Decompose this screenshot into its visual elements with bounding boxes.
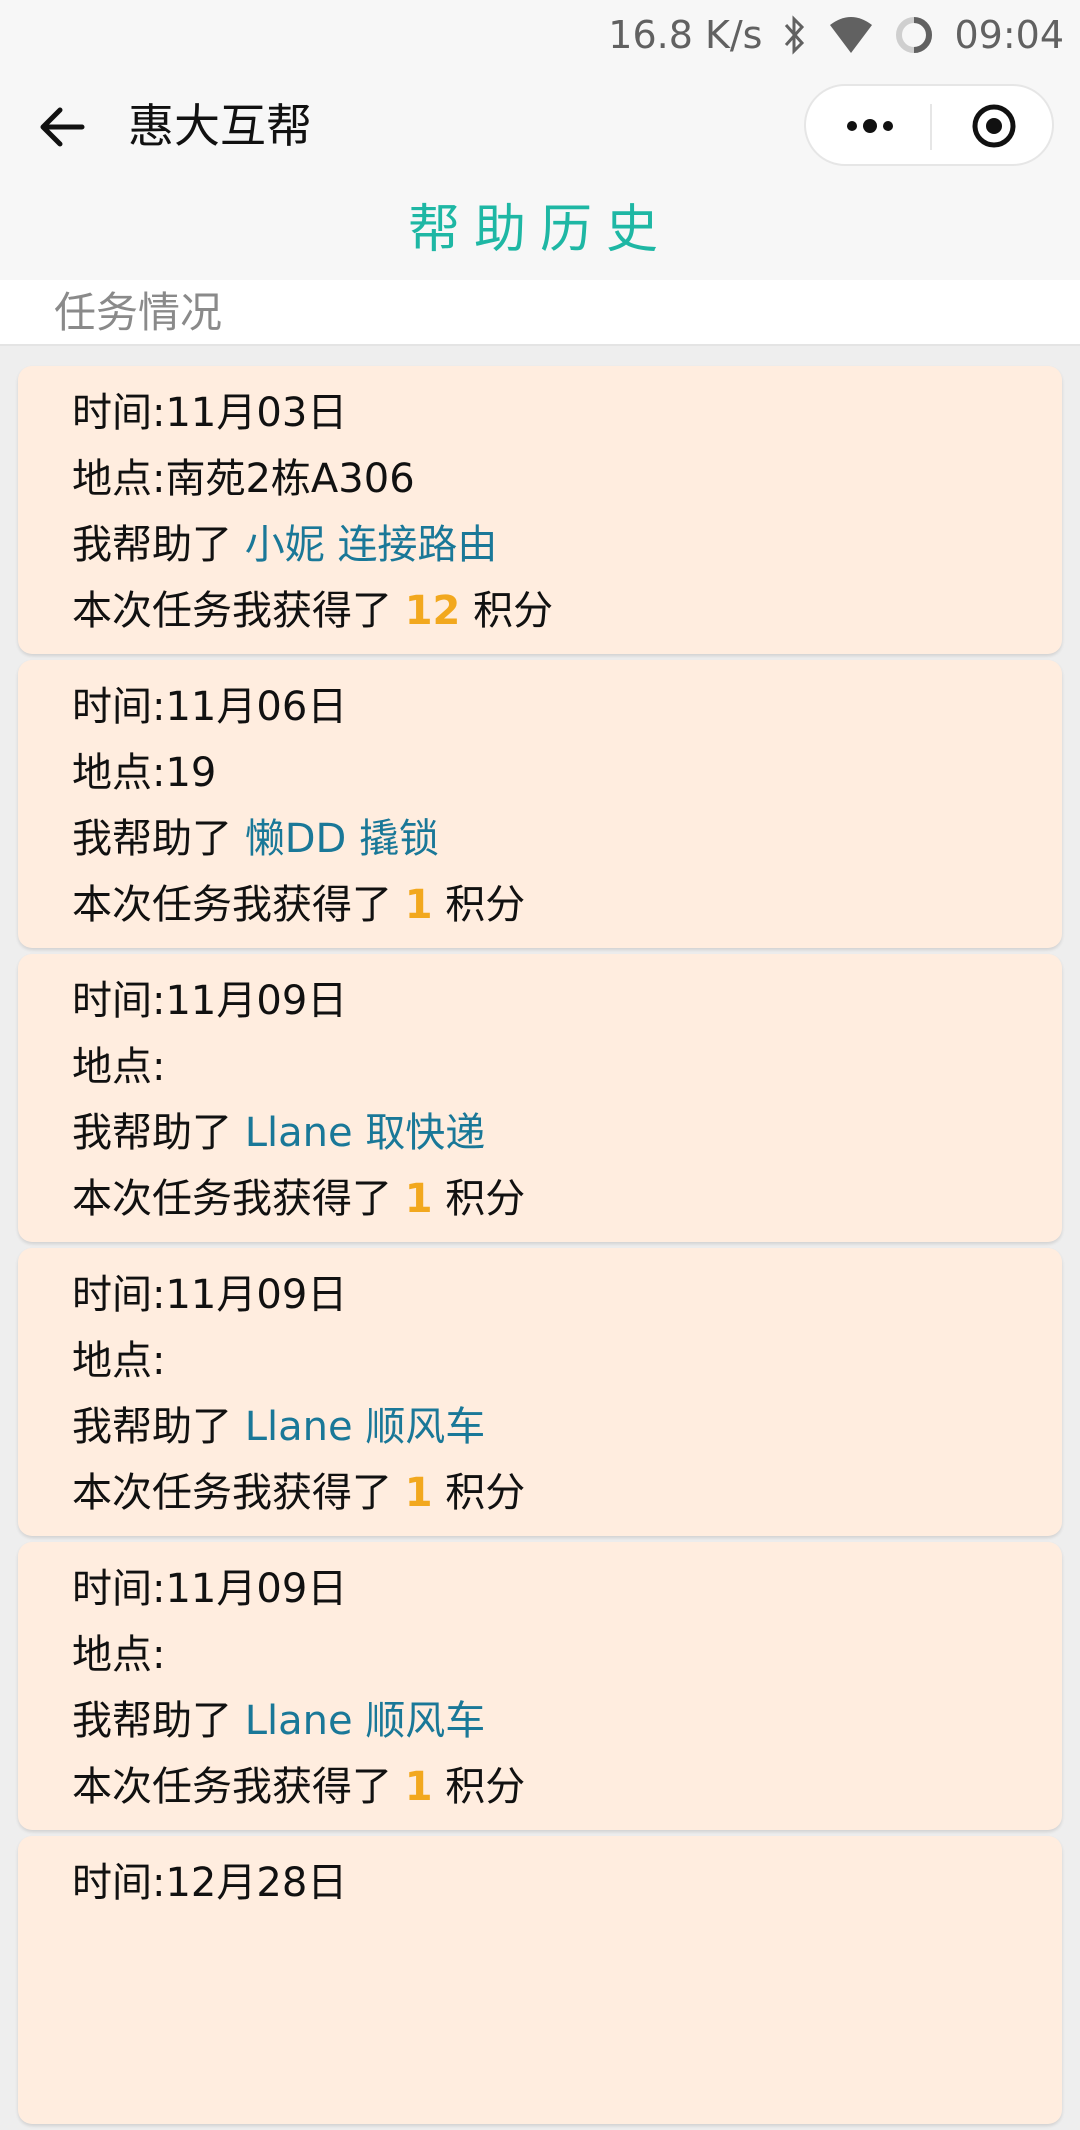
reward-line: 本次任务我获得了 1 积分 [72, 1470, 526, 1516]
navigation-bar: 惠大互帮 [0, 70, 1080, 182]
history-card[interactable]: 时间:12月28日 [18, 1836, 1062, 2124]
bluetooth-icon [782, 15, 808, 55]
time-line: 时间:11月03日 [72, 390, 348, 436]
sync-circle-icon [894, 15, 934, 55]
location-line: 地点: [72, 1338, 166, 1384]
section-label: 任务情况 [54, 288, 223, 337]
clock-time: 09:04 [954, 13, 1064, 57]
task-location: 南苑2栋A306 [165, 456, 415, 502]
helped-person: 懒DD [244, 816, 347, 862]
helped-line: 我帮助了 Llane 顺风车 [72, 1404, 486, 1450]
task-date: 11月09日 [165, 1272, 348, 1318]
task-date: 11月09日 [165, 978, 348, 1024]
helped-line: 我帮助了 小妮 连接路由 [72, 522, 498, 568]
history-card[interactable]: 时间:11月09日 地点: 我帮助了 Llane 取快递 本次任务我获得了 1 … [18, 954, 1062, 1242]
network-speed: 16.8 K/s [608, 13, 763, 57]
helped-line: 我帮助了 Llane 顺风车 [72, 1698, 486, 1744]
location-line: 地点:南苑2栋A306 [72, 456, 415, 502]
history-card[interactable]: 时间:11月03日 地点:南苑2栋A306 我帮助了 小妮 连接路由 本次任务我… [18, 366, 1062, 654]
reward-points: 12 [404, 588, 461, 634]
more-dots-icon[interactable] [842, 106, 898, 146]
helped-task: 撬锁 [359, 816, 440, 862]
task-date: 11月03日 [165, 390, 348, 436]
target-circle-icon[interactable] [970, 102, 1018, 150]
history-card[interactable]: 时间:11月09日 地点: 我帮助了 Llane 顺风车 本次任务我获得了 1 … [18, 1542, 1062, 1830]
reward-points: 1 [404, 1176, 433, 1222]
history-card[interactable]: 时间:11月06日 地点:19 我帮助了 懒DD 撬锁 本次任务我获得了 1 积… [18, 660, 1062, 948]
time-line: 时间:12月28日 [72, 1860, 348, 1906]
capsule-divider [930, 104, 932, 150]
helped-person: Llane [244, 1110, 353, 1156]
task-date: 11月09日 [165, 1566, 348, 1612]
helped-line: 我帮助了 Llane 取快递 [72, 1110, 486, 1156]
helped-task: 顺风车 [365, 1698, 486, 1744]
reward-points: 1 [404, 1764, 433, 1810]
helped-line: 我帮助了 懒DD 撬锁 [72, 816, 440, 862]
helped-person: Llane [244, 1404, 353, 1450]
task-date: 12月28日 [165, 1860, 348, 1906]
helped-task: 顺风车 [365, 1404, 486, 1450]
helped-person: Llane [244, 1698, 353, 1744]
reward-line: 本次任务我获得了 1 积分 [72, 1176, 526, 1222]
history-card[interactable]: 时间:11月09日 地点: 我帮助了 Llane 顺风车 本次任务我获得了 1 … [18, 1248, 1062, 1536]
reward-line: 本次任务我获得了 1 积分 [72, 1764, 526, 1810]
time-line: 时间:11月09日 [72, 1566, 348, 1612]
helped-task: 取快递 [365, 1110, 486, 1156]
location-line: 地点: [72, 1632, 166, 1678]
status-bar: 16.8 K/s 09:04 [0, 0, 1080, 70]
task-date: 11月06日 [165, 684, 348, 730]
helped-task: 连接路由 [337, 522, 498, 568]
time-line: 时间:11月09日 [72, 1272, 348, 1318]
task-location: 19 [165, 750, 217, 796]
page-title: 帮助历史 [0, 182, 1080, 280]
time-line: 时间:11月06日 [72, 684, 348, 730]
reward-line: 本次任务我获得了 12 积分 [72, 588, 554, 634]
reward-points: 1 [404, 882, 433, 928]
time-line: 时间:11月09日 [72, 978, 348, 1024]
reward-line: 本次任务我获得了 1 积分 [72, 882, 526, 928]
wifi-icon [828, 15, 874, 55]
app-title: 惠大互帮 [128, 99, 312, 153]
section-header: 任务情况 [0, 280, 1080, 346]
reward-points: 1 [404, 1470, 433, 1516]
help-history-list: 时间:11月03日 地点:南苑2栋A306 我帮助了 小妮 连接路由 本次任务我… [0, 366, 1080, 2130]
capsule-menu [804, 84, 1054, 166]
helped-person: 小妮 [244, 522, 325, 568]
arrow-left-icon[interactable] [38, 102, 88, 152]
location-line: 地点: [72, 1044, 166, 1090]
location-line: 地点:19 [72, 750, 217, 796]
